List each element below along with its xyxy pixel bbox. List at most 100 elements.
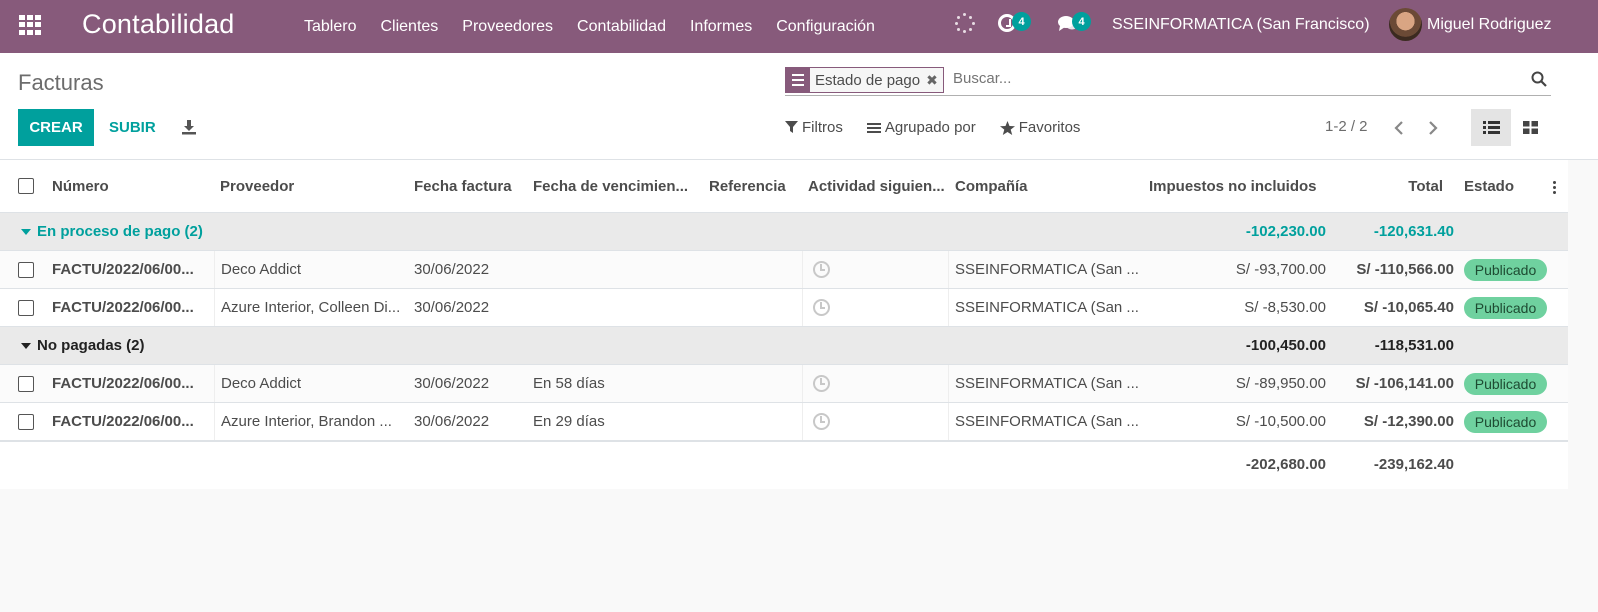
col-due-date[interactable]: Fecha de vencimien... xyxy=(533,178,688,195)
chevron-right-icon[interactable] xyxy=(1426,120,1440,136)
kanban-view-button[interactable] xyxy=(1512,109,1548,146)
row-checkbox[interactable] xyxy=(18,262,34,278)
cell-vendor: Deco Addict xyxy=(221,375,302,392)
breadcrumb: Facturas xyxy=(18,70,104,95)
filter-icon xyxy=(785,121,798,133)
cell-untaxed: S/ -8,530.00 xyxy=(1244,299,1326,316)
col-next-activity[interactable]: Actividad siguien... xyxy=(808,178,945,195)
cell-untaxed: S/ -89,950.00 xyxy=(1235,375,1326,392)
menu-item-proveedores[interactable]: Proveedores xyxy=(462,18,553,36)
loading-spinner-icon xyxy=(955,13,975,33)
status-badge: Publicado xyxy=(1464,259,1547,281)
col-total[interactable]: Total xyxy=(1343,178,1443,195)
search-options: Filtros Agrupado por Favoritos xyxy=(785,119,1104,136)
main-menu: Tablero Clientes Proveedores Contabilida… xyxy=(304,0,899,53)
group-title: En proceso de pago (2) xyxy=(37,223,203,240)
table-footer: -202,680.00 -239,162.40 xyxy=(0,441,1568,489)
group-row-not-paid[interactable]: No pagadas (2) -100,450.00 -118,531.00 xyxy=(0,327,1568,365)
cell-invoice-date: 30/06/2022 xyxy=(414,413,490,430)
table-row[interactable]: FACTU/2022/06/00... Deco Addict 30/06/20… xyxy=(0,251,1568,289)
company-switcher[interactable]: SSEINFORMATICA (San Francisco) xyxy=(1112,16,1370,34)
search-bar: Estado de pago ✖ xyxy=(785,66,1551,96)
group-label: No pagadas (2) xyxy=(21,337,145,354)
group-title: No pagadas (2) xyxy=(37,337,145,354)
group-untaxed: -100,450.00 xyxy=(1245,337,1326,354)
group-row-in-payment[interactable]: En proceso de pago (2) -102,230.00 -120,… xyxy=(0,213,1568,251)
app-brand[interactable]: Contabilidad xyxy=(82,9,235,40)
cell-invoice-date: 30/06/2022 xyxy=(414,299,490,316)
control-panel: Facturas Estado de pago ✖ CREAR SUBIR Fi… xyxy=(0,53,1598,160)
activity-count-badge: 4 xyxy=(1012,12,1031,31)
cell-vendor: Azure Interior, Colleen Di... xyxy=(221,299,401,316)
table-row[interactable]: FACTU/2022/06/00... Azure Interior, Bran… xyxy=(0,403,1568,441)
cell-company: SSEINFORMATICA (San ... xyxy=(955,413,1139,430)
list-view-button[interactable] xyxy=(1471,109,1511,146)
row-checkbox[interactable] xyxy=(18,300,34,316)
status-badge: Publicado xyxy=(1464,297,1547,319)
search-facet[interactable]: Estado de pago ✖ xyxy=(785,67,944,93)
col-company[interactable]: Compañía xyxy=(955,178,1028,195)
menu-item-tablero[interactable]: Tablero xyxy=(304,18,356,36)
cell-vendor: Azure Interior, Brandon ... xyxy=(221,413,392,430)
download-icon[interactable] xyxy=(181,119,197,135)
upload-button[interactable]: SUBIR xyxy=(109,119,156,136)
cell-due-date: En 58 días xyxy=(533,375,605,392)
avatar[interactable] xyxy=(1389,8,1422,41)
activity-clock-icon[interactable] xyxy=(813,261,830,278)
col-invoice-date[interactable]: Fecha factura xyxy=(414,178,512,195)
invoice-list: Número Proveedor Fecha factura Fecha de … xyxy=(0,160,1568,489)
messages-count-badge: 4 xyxy=(1072,12,1091,31)
apps-menu-icon[interactable] xyxy=(19,15,41,35)
cell-number: FACTU/2022/06/00... xyxy=(52,261,194,278)
group-total: -118,531.00 xyxy=(1374,337,1454,354)
groupby-facet-icon xyxy=(786,68,810,92)
filters-toggle[interactable]: Filtros xyxy=(785,119,843,136)
row-checkbox[interactable] xyxy=(18,376,34,392)
col-vendor[interactable]: Proveedor xyxy=(220,178,294,195)
table-row[interactable]: FACTU/2022/06/00... Deco Addict 30/06/20… xyxy=(0,365,1568,403)
activity-clock-icon[interactable] xyxy=(813,375,830,392)
cell-total: S/ -10,065.40 xyxy=(1363,299,1454,316)
table-header: Número Proveedor Fecha factura Fecha de … xyxy=(0,160,1568,213)
user-menu[interactable]: Miguel Rodriguez xyxy=(1427,16,1552,34)
footer-untaxed: -202,680.00 xyxy=(1245,456,1326,473)
cell-total: S/ -106,141.00 xyxy=(1355,375,1454,392)
table-row[interactable]: FACTU/2022/06/00... Azure Interior, Coll… xyxy=(0,289,1568,327)
groupby-toggle[interactable]: Agrupado por xyxy=(866,119,976,136)
status-badge: Publicado xyxy=(1464,411,1547,433)
cell-invoice-date: 30/06/2022 xyxy=(414,375,490,392)
cell-untaxed: S/ -10,500.00 xyxy=(1235,413,1326,430)
create-button[interactable]: CREAR xyxy=(18,109,94,146)
row-checkbox[interactable] xyxy=(18,414,34,430)
col-number[interactable]: Número xyxy=(52,178,109,195)
cell-company: SSEINFORMATICA (San ... xyxy=(955,299,1139,316)
menu-item-configuracion[interactable]: Configuración xyxy=(776,18,875,36)
caret-down-icon xyxy=(21,342,31,349)
cell-company: SSEINFORMATICA (San ... xyxy=(955,261,1139,278)
facet-remove-icon[interactable]: ✖ xyxy=(926,72,943,89)
footer-total: -239,162.40 xyxy=(1373,456,1454,473)
cell-number: FACTU/2022/06/00... xyxy=(52,299,194,316)
optional-columns-icon[interactable] xyxy=(1553,181,1557,196)
activity-clock-icon[interactable] xyxy=(813,413,830,430)
menu-item-clientes[interactable]: Clientes xyxy=(380,18,438,36)
group-total: -120,631.40 xyxy=(1373,223,1454,240)
col-untaxed[interactable]: Impuestos no incluidos xyxy=(1149,178,1317,195)
favorites-toggle[interactable]: Favoritos xyxy=(999,119,1080,136)
select-all-checkbox[interactable] xyxy=(18,178,34,194)
activity-clock-icon[interactable] xyxy=(813,299,830,316)
facet-label: Estado de pago xyxy=(815,71,921,89)
cell-due-date: En 29 días xyxy=(533,413,605,430)
menu-item-contabilidad[interactable]: Contabilidad xyxy=(577,18,666,36)
bars-icon xyxy=(866,122,881,133)
status-badge: Publicado xyxy=(1464,373,1547,395)
pager-value[interactable]: 1-2 / 2 xyxy=(1325,118,1368,135)
menu-item-informes[interactable]: Informes xyxy=(690,18,752,36)
cell-number: FACTU/2022/06/00... xyxy=(52,413,194,430)
chevron-left-icon[interactable] xyxy=(1392,120,1406,136)
search-icon[interactable] xyxy=(1531,71,1547,87)
col-status[interactable]: Estado xyxy=(1464,178,1514,195)
filters-label: Filtros xyxy=(802,119,843,136)
search-input[interactable] xyxy=(953,70,1513,87)
col-reference[interactable]: Referencia xyxy=(709,178,786,195)
